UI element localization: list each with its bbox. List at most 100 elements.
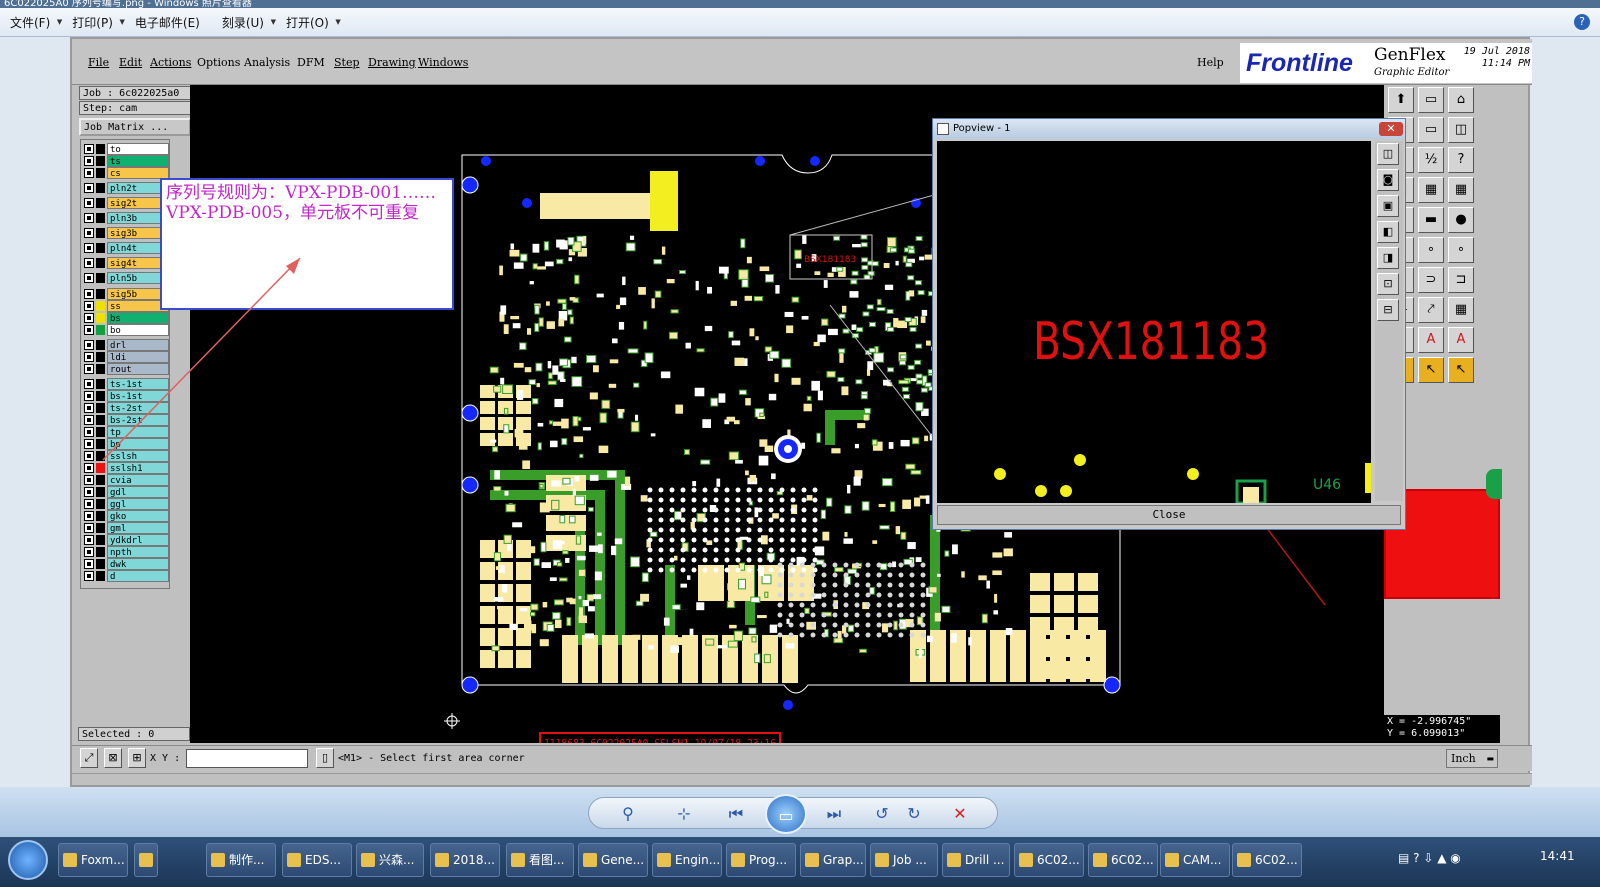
- layer-checkbox[interactable]: [84, 325, 94, 335]
- layer-row[interactable]: sslsh: [81, 450, 171, 462]
- slideshow-icon[interactable]: ▭: [765, 794, 807, 834]
- snap-icon[interactable]: ▯: [316, 748, 334, 768]
- taskbar-item[interactable]: Drill ...: [942, 843, 1010, 877]
- layer-checkbox[interactable]: [84, 499, 94, 509]
- popview-tool-icon[interactable]: ◧: [1377, 221, 1399, 243]
- rotate-left-icon[interactable]: ↺: [867, 802, 897, 826]
- layer-color-swatch[interactable]: [96, 228, 105, 238]
- layer-color-swatch[interactable]: [96, 511, 105, 521]
- layer-name[interactable]: rout: [107, 363, 169, 375]
- layer-color-swatch[interactable]: [96, 352, 105, 362]
- layer-name[interactable]: npth: [107, 546, 169, 558]
- layer-row[interactable]: ss: [81, 300, 171, 312]
- popview-close-icon[interactable]: ✕: [1379, 122, 1403, 136]
- layer-color-swatch[interactable]: [96, 313, 105, 323]
- layer-name[interactable]: bo: [107, 324, 169, 336]
- toolbar-tool-icon[interactable]: ↖: [1448, 357, 1474, 383]
- layer-checkbox[interactable]: [84, 463, 94, 473]
- layer-name[interactable]: gko: [107, 510, 169, 522]
- toolbar-tool-icon[interactable]: ∘: [1418, 237, 1444, 263]
- layer-name[interactable]: to: [107, 143, 169, 155]
- layer-color-swatch[interactable]: [96, 463, 105, 473]
- layer-color-swatch[interactable]: [96, 475, 105, 485]
- layer-row[interactable]: sig4t: [81, 257, 171, 269]
- layer-color-swatch[interactable]: [96, 379, 105, 389]
- next-icon[interactable]: ⏭: [819, 802, 849, 826]
- taskbar-item[interactable]: 2018...: [430, 843, 500, 877]
- layer-name[interactable]: ldi: [107, 351, 169, 363]
- popview-tool-icon[interactable]: ◙: [1377, 169, 1399, 191]
- taskbar-item[interactable]: 6C02...: [1088, 843, 1158, 877]
- layer-checkbox[interactable]: [84, 228, 94, 238]
- layer-row[interactable]: ts-2st: [81, 402, 171, 414]
- zoom-fit-icon[interactable]: ⊠: [104, 748, 122, 768]
- layer-checkbox[interactable]: [84, 198, 94, 208]
- taskbar-item[interactable]: 制作...: [206, 843, 276, 877]
- layer-name[interactable]: bp: [107, 438, 169, 450]
- taskbar-item[interactable]: EDS...: [282, 843, 352, 877]
- layer-row[interactable]: bs: [81, 312, 171, 324]
- layer-name[interactable]: sslsh: [107, 450, 169, 462]
- layer-row[interactable]: gko: [81, 510, 171, 522]
- layer-row[interactable]: pln4t: [81, 242, 171, 254]
- layer-checkbox[interactable]: [84, 313, 94, 323]
- layer-name[interactable]: bs-1st: [107, 390, 169, 402]
- layer-color-swatch[interactable]: [96, 183, 105, 193]
- layer-row[interactable]: ggl: [81, 498, 171, 510]
- toolbar-tool-icon[interactable]: ⬆: [1388, 87, 1414, 113]
- taskbar-item[interactable]: Engin...: [652, 843, 722, 877]
- layer-color-swatch[interactable]: [96, 301, 105, 311]
- layer-name[interactable]: tp: [107, 426, 169, 438]
- layer-checkbox[interactable]: [84, 258, 94, 268]
- viewer-menu-burn[interactable]: 刻录(U): [212, 14, 276, 31]
- layer-checkbox[interactable]: [84, 340, 94, 350]
- xy-input[interactable]: [186, 749, 308, 768]
- grid-icon[interactable]: ⊞: [128, 748, 146, 768]
- taskbar-item[interactable]: 6C02...: [1014, 843, 1084, 877]
- layer-row[interactable]: sslsh1: [81, 462, 171, 474]
- toolbar-tool-icon[interactable]: ⊐: [1448, 267, 1474, 293]
- layer-row[interactable]: sig3b: [81, 227, 171, 239]
- taskbar-item[interactable]: Grap...: [800, 843, 866, 877]
- layer-row[interactable]: ts-1st: [81, 378, 171, 390]
- layer-row[interactable]: pln5b: [81, 272, 171, 284]
- layer-row[interactable]: bp: [81, 438, 171, 450]
- taskbar-item[interactable]: 兴森...: [356, 843, 424, 877]
- layer-checkbox[interactable]: [84, 523, 94, 533]
- layer-checkbox[interactable]: [84, 144, 94, 154]
- layer-color-swatch[interactable]: [96, 571, 105, 581]
- layer-checkbox[interactable]: [84, 511, 94, 521]
- layer-color-swatch[interactable]: [96, 144, 105, 154]
- viewer-menu-open[interactable]: 打开(O): [276, 14, 341, 31]
- layer-checkbox[interactable]: [84, 289, 94, 299]
- menu-help[interactable]: Help: [1197, 56, 1224, 69]
- taskbar-item[interactable]: 看图...: [506, 843, 574, 877]
- viewer-menu-file[interactable]: 文件(F): [0, 14, 63, 31]
- layer-name[interactable]: gdl: [107, 486, 169, 498]
- unit-selector[interactable]: Inch ▬: [1446, 749, 1498, 768]
- layer-name[interactable]: ts-1st: [107, 378, 169, 390]
- layer-row[interactable]: sig5b: [81, 288, 171, 300]
- layer-row[interactable]: to: [81, 143, 171, 155]
- taskbar-item[interactable]: CAM...: [1160, 843, 1230, 877]
- toolbar-tool-icon[interactable]: A: [1448, 327, 1474, 353]
- zoom-area-icon[interactable]: ⤢: [80, 748, 98, 768]
- layer-name[interactable]: ts-2st: [107, 402, 169, 414]
- layer-color-swatch[interactable]: [96, 243, 105, 253]
- layer-color-swatch[interactable]: [96, 439, 105, 449]
- layer-checkbox[interactable]: [84, 243, 94, 253]
- viewer-menu-email[interactable]: 电子邮件(E): [125, 14, 212, 31]
- layer-checkbox[interactable]: [84, 183, 94, 193]
- layer-color-swatch[interactable]: [96, 213, 105, 223]
- toolbar-tool-icon[interactable]: ⌂: [1448, 87, 1474, 113]
- layer-row[interactable]: dwk: [81, 558, 171, 570]
- taskbar-item[interactable]: Gene...: [578, 843, 648, 877]
- layer-name[interactable]: drl: [107, 339, 169, 351]
- popview-tool-icon[interactable]: ▣: [1377, 195, 1399, 217]
- menu-drawing[interactable]: Drawing: [368, 56, 416, 69]
- layer-row[interactable]: ts: [81, 155, 171, 167]
- toolbar-tool-icon[interactable]: ▦: [1448, 297, 1474, 323]
- layer-name[interactable]: gml: [107, 522, 169, 534]
- layer-color-swatch[interactable]: [96, 273, 105, 283]
- layer-color-swatch[interactable]: [96, 156, 105, 166]
